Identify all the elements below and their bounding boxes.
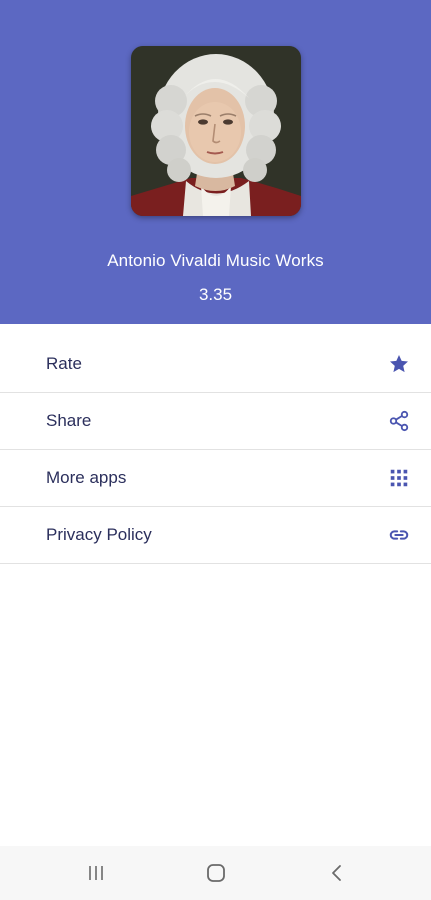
composer-portrait	[131, 46, 301, 216]
share-icon	[388, 410, 410, 432]
system-navigation-bar	[0, 846, 431, 900]
menu-item-rate[interactable]: Rate	[0, 336, 431, 393]
menu-item-label: More apps	[46, 468, 127, 487]
menu-item-label: Privacy Policy	[46, 525, 152, 544]
menu-item-share[interactable]: Share	[0, 393, 431, 450]
star-icon	[388, 353, 410, 375]
about-menu: Rate Share More apps Privacy Policy	[0, 336, 431, 564]
grid-icon	[388, 467, 410, 489]
menu-item-label: Rate	[46, 354, 82, 373]
recent-apps-icon[interactable]	[84, 861, 108, 885]
app-title: Antonio Vivaldi Music Works	[107, 251, 324, 270]
app-header: Antonio Vivaldi Music Works 3.35	[0, 0, 431, 324]
menu-item-more-apps[interactable]: More apps	[0, 450, 431, 507]
link-icon	[388, 524, 410, 546]
back-icon[interactable]	[325, 861, 349, 885]
menu-item-privacy-policy[interactable]: Privacy Policy	[0, 507, 431, 564]
app-version: 3.35	[198, 285, 233, 304]
menu-item-label: Share	[46, 411, 92, 430]
home-icon[interactable]	[204, 861, 228, 885]
